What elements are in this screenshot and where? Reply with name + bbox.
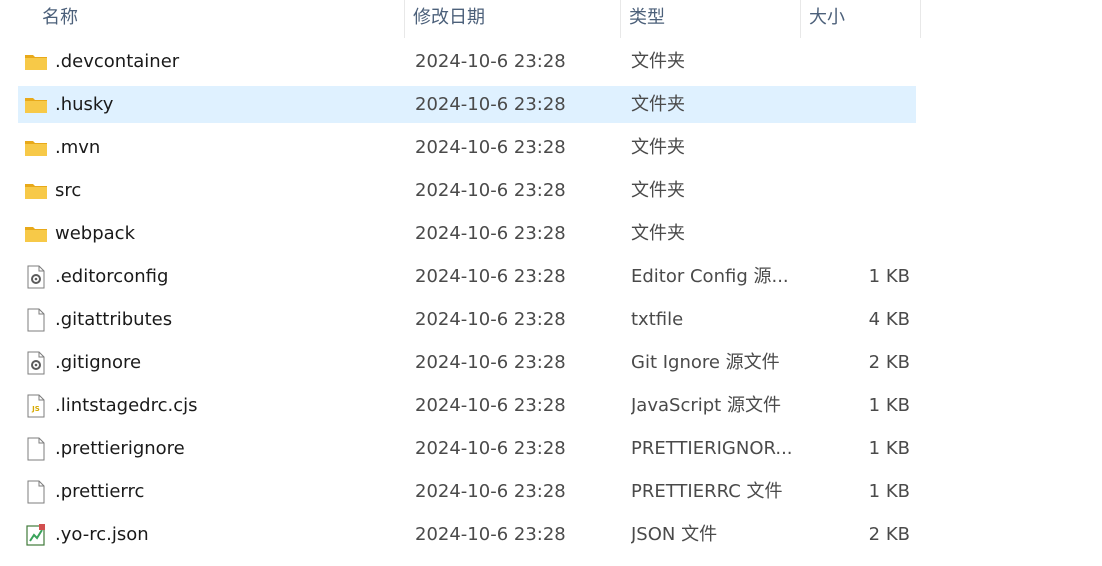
file-row[interactable]: .prettierignore 2024-10-6 23:28 PRETTIERIG…	[18, 430, 916, 467]
file-name: .yo-rc.json	[55, 524, 149, 545]
blank-file-icon	[24, 480, 48, 504]
file-name: .prettierignore	[55, 438, 185, 459]
file-modified-date: 2024-10-6 23:28	[415, 438, 566, 459]
file-name: webpack	[55, 223, 135, 244]
file-type: Editor Config 源...	[631, 266, 789, 287]
file-type: Git Ignore 源文件	[631, 352, 780, 373]
file-name: .mvn	[55, 137, 101, 158]
blank-file-icon	[24, 308, 48, 332]
file-name: .devcontainer	[55, 51, 180, 72]
file-row[interactable]: .mvn 2024-10-6 23:28 文件夹	[18, 129, 916, 166]
file-name: .husky	[55, 94, 114, 115]
file-modified-date: 2024-10-6 23:28	[415, 51, 566, 72]
file-modified-date: 2024-10-6 23:28	[415, 524, 566, 545]
file-type: JavaScript 源文件	[631, 395, 781, 416]
file-modified-date: 2024-10-6 23:28	[415, 223, 566, 244]
file-name: .gitignore	[55, 352, 142, 373]
file-size: 4 KB	[868, 309, 910, 330]
file-modified-date: 2024-10-6 23:28	[415, 137, 566, 158]
file-row[interactable]: src 2024-10-6 23:28 文件夹	[18, 172, 916, 209]
file-explorer: 名称 ⌃ 修改日期 类型 大小 .devcontainer 2024-10-6 2…	[0, 0, 1102, 566]
file-row[interactable]: .husky 2024-10-6 23:28 文件夹	[18, 86, 916, 123]
file-size: 1 KB	[868, 481, 910, 502]
file-type: JSON 文件	[631, 524, 718, 545]
file-type: txtfile	[631, 309, 684, 330]
file-size: 2 KB	[868, 524, 910, 545]
file-row[interactable]: .editorconfig 2024-10-6 23:28 Editor Confi…	[18, 258, 916, 295]
file-modified-date: 2024-10-6 23:28	[415, 94, 566, 115]
file-type: 文件夹	[631, 137, 685, 158]
file-name: src	[55, 180, 82, 201]
file-row[interactable]: webpack 2024-10-6 23:28 文件夹	[18, 215, 916, 252]
file-type: 文件夹	[631, 223, 685, 244]
file-name: .lintstagedrc.cjs	[55, 395, 198, 416]
column-header-size[interactable]: 大小	[801, 0, 921, 38]
folder-icon	[24, 179, 48, 203]
json-file-icon	[24, 523, 48, 547]
column-header-date[interactable]: 修改日期	[405, 0, 621, 38]
file-modified-date: 2024-10-6 23:28	[415, 266, 566, 287]
file-name: .editorconfig	[55, 266, 169, 287]
file-name: .prettierrc	[55, 481, 145, 502]
sort-chevron-icon: ⌃	[212, 0, 224, 6]
folder-icon	[24, 136, 48, 160]
file-modified-date: 2024-10-6 23:28	[415, 395, 566, 416]
column-header-type[interactable]: 类型	[621, 0, 801, 38]
file-type: PRETTIERIGNOR...	[631, 438, 791, 459]
column-header-name[interactable]: 名称	[0, 0, 405, 38]
folder-icon	[24, 222, 48, 246]
folder-icon	[24, 50, 48, 74]
js-file-icon: JS	[24, 394, 48, 418]
blank-file-icon	[24, 437, 48, 461]
file-row[interactable]: .gitignore 2024-10-6 23:28 Git Ignore 源文件 2…	[18, 344, 916, 381]
file-type: 文件夹	[631, 94, 685, 115]
file-modified-date: 2024-10-6 23:28	[415, 180, 566, 201]
settings-file-icon	[24, 265, 48, 289]
file-size: 2 KB	[868, 352, 910, 373]
file-size: 1 KB	[868, 266, 910, 287]
file-row[interactable]: .devcontainer 2024-10-6 23:28 文件夹	[18, 43, 916, 80]
file-row[interactable]: .gitattributes 2024-10-6 23:28 txtfile 4 KB	[18, 301, 916, 338]
file-modified-date: 2024-10-6 23:28	[415, 481, 566, 502]
file-row[interactable]: JS .lintstagedrc.cjs 2024-10-6 23:28 JavaSc…	[18, 387, 916, 424]
file-name: .gitattributes	[55, 309, 173, 330]
file-type: 文件夹	[631, 51, 685, 72]
file-modified-date: 2024-10-6 23:28	[415, 352, 566, 373]
file-row[interactable]: .prettierrc 2024-10-6 23:28 PRETTIERRC 文件 1…	[18, 473, 916, 510]
file-row[interactable]: .yo-rc.json 2024-10-6 23:28 JSON 文件 2 KB	[18, 516, 916, 553]
column-header-bar: 名称 ⌃ 修改日期 类型 大小	[0, 0, 1102, 38]
svg-text:JS: JS	[31, 405, 40, 413]
file-size: 1 KB	[868, 438, 910, 459]
settings-file-icon	[24, 351, 48, 375]
file-type: 文件夹	[631, 180, 685, 201]
file-modified-date: 2024-10-6 23:28	[415, 309, 566, 330]
file-size: 1 KB	[868, 395, 910, 416]
folder-icon	[24, 93, 48, 117]
file-type: PRETTIERRC 文件	[631, 481, 783, 502]
